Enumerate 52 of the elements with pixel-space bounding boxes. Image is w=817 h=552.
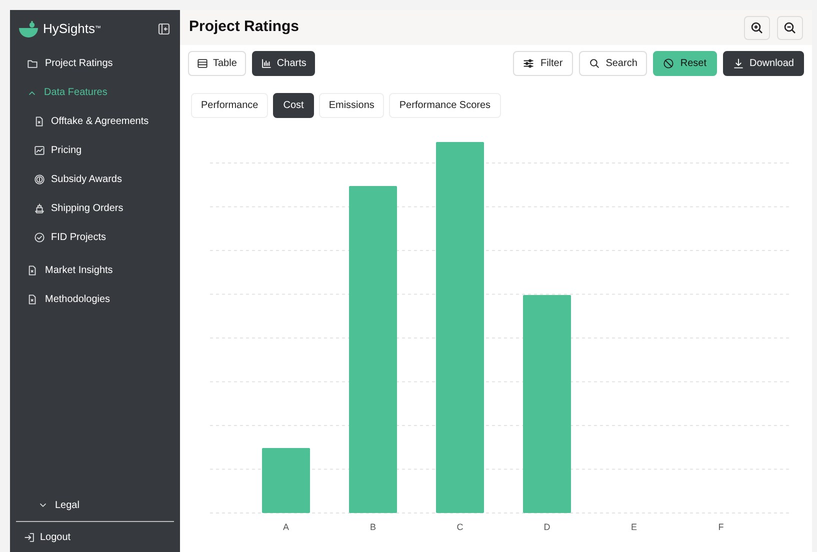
download-icon <box>732 58 744 69</box>
sidebar-subitem[interactable]: Pricing <box>10 136 180 165</box>
document-icon <box>27 265 38 276</box>
zoom-in-icon <box>751 22 763 34</box>
reset-button[interactable]: Reset <box>653 51 717 76</box>
logout-icon <box>24 532 35 542</box>
sidebar-subitem[interactable]: Offtake & Agreements <box>10 107 180 136</box>
document-icon <box>27 294 38 305</box>
check-circle-icon <box>34 232 45 243</box>
sidebar-toggle-icon <box>158 23 170 35</box>
view-toggle-tab[interactable]: Table <box>188 51 246 76</box>
filter-button[interactable]: Filter <box>513 51 573 76</box>
sidebar-item[interactable]: Market Insights <box>10 256 180 285</box>
page-title: Project Ratings <box>189 17 300 38</box>
collapse-sidebar-button[interactable] <box>157 22 171 36</box>
metric-tab[interactable]: Performance <box>191 93 268 118</box>
sidebar-subitem[interactable]: Shipping Orders <box>10 194 180 223</box>
bar-chart-icon <box>260 58 272 69</box>
legal-item[interactable]: Legal <box>10 494 180 516</box>
table-icon <box>197 58 208 69</box>
axis-label: A <box>282 521 290 534</box>
metric-tab[interactable]: Cost <box>273 93 314 118</box>
dollar-coin-icon <box>34 174 45 185</box>
view-toggle-tab[interactable]: Charts <box>252 51 316 76</box>
folder-icon <box>27 58 38 69</box>
prohibited-icon <box>663 58 674 69</box>
bar <box>262 448 310 513</box>
axis-label: E <box>630 521 638 534</box>
zoom-out-button[interactable] <box>777 16 803 40</box>
sidebar-subitem[interactable]: Subsidy Awards <box>10 165 180 194</box>
search-button[interactable]: Search <box>578 51 648 76</box>
sliders-icon <box>523 58 534 69</box>
sidebar-subitem[interactable]: FID Projects <box>10 223 180 252</box>
sidebar-item[interactable]: Project Ratings <box>10 49 180 78</box>
logout-item[interactable]: Logout <box>10 522 180 552</box>
logo-icon <box>19 20 38 38</box>
ship-icon <box>34 203 45 214</box>
zoom-in-button[interactable] <box>744 16 770 40</box>
search-icon <box>588 58 600 69</box>
document-icon <box>34 116 45 127</box>
axis-label: B <box>368 521 377 534</box>
metric-tab[interactable]: Performance Scores <box>389 93 501 118</box>
sidebar-item[interactable]: Data Features <box>10 78 180 107</box>
sidebar-item[interactable]: Methodologies <box>10 285 180 314</box>
download-button[interactable]: Download <box>722 51 804 76</box>
brand-name: HySights$^{™}$ <box>43 20 102 38</box>
axis-label: F <box>717 521 725 534</box>
line-chart-icon <box>34 145 45 156</box>
axis-label: C <box>456 521 464 534</box>
axis-label: D <box>542 521 552 534</box>
metric-tab[interactable]: Emissions <box>318 93 384 118</box>
zoom-out-icon <box>784 22 796 34</box>
